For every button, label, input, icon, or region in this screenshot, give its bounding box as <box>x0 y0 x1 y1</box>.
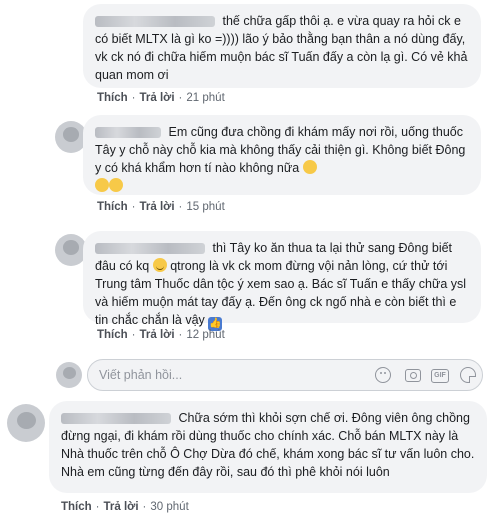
emoji-picker-icon[interactable] <box>375 367 391 383</box>
sad-emoji-icon <box>95 178 109 192</box>
commenter-name-blurred[interactable] <box>95 16 215 28</box>
camera-icon[interactable] <box>405 369 421 382</box>
current-user-avatar <box>56 362 82 388</box>
comment-time[interactable]: 30 phút <box>150 501 188 513</box>
avatar[interactable] <box>7 404 45 442</box>
sad-emoji-icon <box>302 160 317 174</box>
like-link[interactable]: Thích <box>97 201 128 213</box>
reply-link[interactable]: Trả lời <box>140 329 175 341</box>
comment-time[interactable]: 15 phút <box>186 201 224 213</box>
reply-link[interactable]: Trả lời <box>104 501 139 513</box>
comment-time[interactable]: 12 phút <box>186 329 224 341</box>
commenter-name-blurred[interactable] <box>95 243 205 255</box>
smile-emoji-icon <box>152 258 167 272</box>
commenter-name-blurred[interactable] <box>61 413 171 425</box>
like-link[interactable]: Thích <box>61 501 92 513</box>
comment-actions: Thích · Trả lời · 12 phút <box>97 329 225 341</box>
comment-actions: Thích · Trả lời · 30 phút <box>61 501 189 513</box>
comment-text-b: qtrong là vk ck mom đừng vội nản lòng, c… <box>95 259 467 327</box>
comment-bubble: Em cũng đưa chồng đi khám mấy nơi rồi, u… <box>83 115 481 195</box>
like-link[interactable]: Thích <box>97 92 128 104</box>
comment-bubble: Chữa sớm thì khỏi sợn chế ơi. Đông viên … <box>49 401 487 493</box>
comment-actions: Thích · Trả lời · 15 phút <box>97 201 225 213</box>
reply-link[interactable]: Trả lời <box>140 201 175 213</box>
gif-icon[interactable]: GIF <box>431 369 449 383</box>
reply-input[interactable]: Viết phản hồi... GIF <box>87 359 483 391</box>
reply-link[interactable]: Trả lời <box>140 92 175 104</box>
sticker-icon[interactable] <box>460 367 476 383</box>
reply-placeholder: Viết phản hồi... <box>99 368 183 382</box>
commenter-name-blurred[interactable] <box>95 127 161 139</box>
comment-bubble: thì Tây ko ăn thua ta lại thử sang Đông … <box>83 231 481 331</box>
sad-emoji-icon <box>109 178 123 192</box>
comment-bubble: thế chữa gấp thôi ạ. e vừa quay ra hỏi c… <box>83 4 481 88</box>
comment-actions: Thích · Trả lời · 21 phút <box>97 92 225 104</box>
like-link[interactable]: Thích <box>97 329 128 341</box>
comment-time[interactable]: 21 phút <box>186 92 224 104</box>
